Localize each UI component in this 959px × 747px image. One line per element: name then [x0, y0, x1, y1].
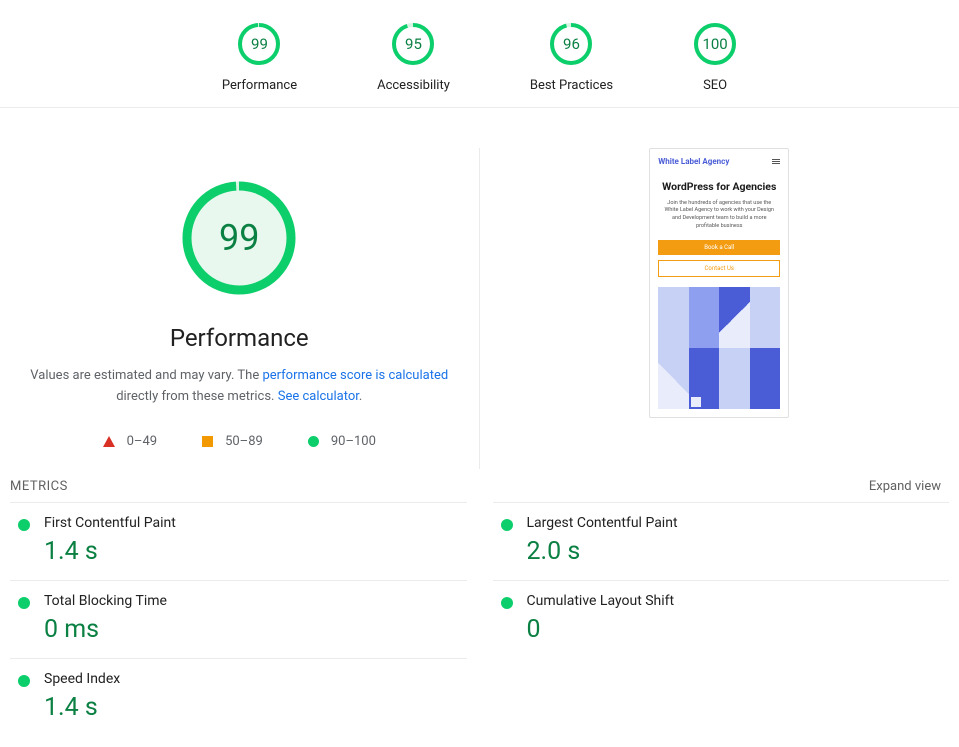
legend-good: 90–100: [308, 434, 376, 449]
metric-value: 1.4 s: [44, 693, 120, 722]
score-legend: 0–49 50–89 90–100: [103, 434, 376, 449]
performance-title: Performance: [170, 324, 309, 352]
gauge-seo[interactable]: 100 SEO: [693, 22, 737, 93]
metric-name: Speed Index: [44, 671, 120, 687]
page-screenshot-thumbnail: White Label Agency WordPress for Agencie…: [649, 148, 789, 418]
status-dot-icon: [18, 597, 30, 609]
gauge-ring: 100: [693, 22, 737, 66]
metric-cumulative-layout-shift[interactable]: Cumulative Layout Shift 0: [493, 580, 950, 658]
metric-total-blocking-time[interactable]: Total Blocking Time 0 ms: [10, 580, 467, 658]
metric-name: Total Blocking Time: [44, 593, 167, 609]
screenshot-column: White Label Agency WordPress for Agencie…: [480, 148, 959, 469]
performance-description: Values are estimated and may vary. The p…: [29, 366, 449, 408]
thumb-primary-button: Book a Call: [658, 240, 780, 255]
gauge-label: Performance: [222, 78, 297, 93]
gauge-score: 99: [237, 22, 281, 66]
metric-value: 1.4 s: [44, 537, 176, 566]
metric-first-contentful-paint[interactable]: First Contentful Paint 1.4 s: [10, 502, 467, 580]
hamburger-icon: [772, 159, 780, 164]
gauge-score: 100: [693, 22, 737, 66]
metric-value: 2.0 s: [527, 537, 678, 566]
performance-section: 99 Performance Values are estimated and …: [0, 108, 959, 469]
see-calculator-link[interactable]: See calculator: [278, 389, 359, 404]
thumb-subtitle: Join the hundreds of agencies that use t…: [658, 200, 780, 231]
legend-label: 50–89: [225, 434, 263, 449]
metric-largest-contentful-paint[interactable]: Largest Contentful Paint 2.0 s: [493, 502, 950, 580]
gauge-score: 96: [549, 22, 593, 66]
square-icon: [202, 436, 213, 447]
thumb-artwork: [658, 287, 780, 409]
performance-big-gauge: 99: [179, 178, 299, 298]
metric-speed-index[interactable]: Speed Index 1.4 s: [10, 658, 467, 736]
gauge-label: SEO: [703, 78, 727, 93]
metrics-grid: First Contentful Paint 1.4 s Largest Con…: [0, 502, 959, 736]
gauge-score: 95: [391, 22, 435, 66]
desc-text: Values are estimated and may vary. The: [30, 368, 262, 383]
category-gauge-strip: 99 Performance 95 Accessibility 96 Best …: [0, 0, 959, 108]
metric-name: First Contentful Paint: [44, 515, 176, 531]
gauge-ring: 95: [391, 22, 435, 66]
legend-label: 0–49: [127, 434, 157, 449]
performance-calc-link[interactable]: performance score is calculated: [262, 368, 448, 383]
legend-label: 90–100: [331, 434, 376, 449]
desc-text: directly from these metrics.: [116, 389, 278, 404]
gauge-ring: 96: [549, 22, 593, 66]
metric-value: 0 ms: [44, 615, 167, 644]
gauge-performance[interactable]: 99 Performance: [222, 22, 297, 93]
circle-icon: [308, 436, 319, 447]
metric-name: Largest Contentful Paint: [527, 515, 678, 531]
legend-poor: 0–49: [103, 434, 157, 449]
legend-average: 50–89: [202, 434, 263, 449]
status-dot-icon: [18, 675, 30, 687]
thumb-secondary-button: Contact Us: [658, 260, 780, 277]
status-dot-icon: [18, 519, 30, 531]
gauge-label: Accessibility: [377, 78, 450, 93]
thumb-title: WordPress for Agencies: [658, 180, 780, 194]
status-dot-icon: [501, 597, 513, 609]
gauge-label: Best Practices: [530, 78, 613, 93]
performance-summary: 99 Performance Values are estimated and …: [0, 148, 480, 469]
metrics-heading: METRICS: [10, 479, 68, 494]
thumb-logo: White Label Agency: [658, 157, 729, 166]
gauge-accessibility[interactable]: 95 Accessibility: [377, 22, 450, 93]
expand-view-toggle[interactable]: Expand view: [869, 479, 941, 494]
triangle-icon: [103, 436, 115, 447]
metric-name: Cumulative Layout Shift: [527, 593, 675, 609]
desc-text: .: [359, 389, 362, 404]
metric-value: 0: [527, 615, 675, 644]
status-dot-icon: [501, 519, 513, 531]
metrics-header-row: METRICS Expand view: [0, 469, 959, 502]
gauge-best-practices[interactable]: 96 Best Practices: [530, 22, 613, 93]
gauge-ring: 99: [237, 22, 281, 66]
performance-big-score: 99: [179, 178, 299, 298]
